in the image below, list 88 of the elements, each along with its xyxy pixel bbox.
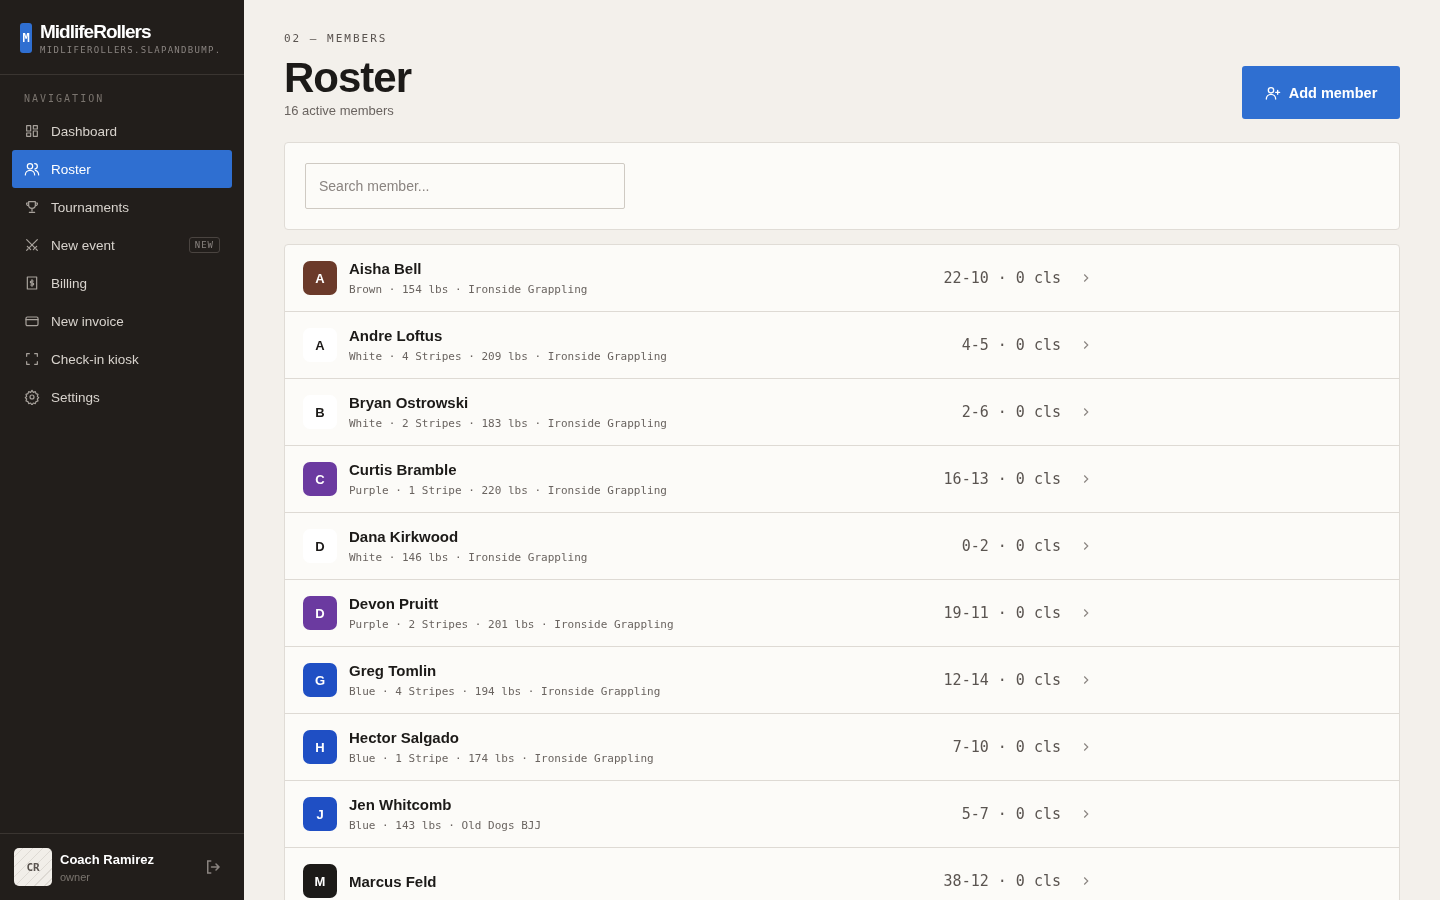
nav-label: New invoice: [51, 313, 125, 329]
scan-frame-icon: [24, 351, 40, 367]
brand-domain: MIDLIFEROLLERS.SLAPANDBUMP.: [40, 45, 222, 55]
member-name: Bryan Ostrowski: [349, 394, 470, 412]
add-member-button[interactable]: Add member: [1242, 66, 1400, 120]
nav-item[interactable]: Check-in kiosk: [12, 340, 232, 378]
member-row[interactable]: M Marcus Feld 38-12 · 0 cls: [285, 848, 1399, 900]
member-name: Marcus Feld: [349, 872, 438, 890]
member-row[interactable]: D Devon Pruitt Purple · 2 Stripes · 201 lbs · Ironside Grappling 19-11 · 0 cls: [285, 580, 1399, 648]
member-count: 16 active members: [284, 103, 395, 119]
nav-label: Check-in kiosk: [51, 351, 140, 367]
users-icon: [24, 161, 40, 177]
member-name: Dana Kirkwood: [349, 528, 460, 546]
member-details: White · 2 Stripes · 183 lbs · Ironside Grappling: [349, 417, 668, 431]
member-record: 19-11 · 0 cls: [942, 604, 1061, 623]
logo-icon: M: [20, 23, 32, 53]
nav-item[interactable]: Billing: [12, 264, 232, 302]
nav-label: Billing: [51, 275, 89, 291]
dollar-receipt-icon: [24, 275, 40, 291]
member-record: 12-14 · 0 cls: [942, 671, 1061, 690]
member-name: Andre Loftus: [349, 327, 444, 345]
member-details: Purple · 1 Stripe · 220 lbs · Ironside Grappling: [349, 484, 668, 498]
trophy-icon: [24, 199, 40, 215]
crossed-swords-icon: [24, 237, 40, 253]
logout-icon[interactable]: [204, 858, 222, 876]
member-avatar: A: [303, 261, 337, 296]
section-label: 02 — MEMBERS: [284, 32, 389, 45]
member-details: White · 4 Stripes · 209 lbs · Ironside Grappling: [349, 350, 668, 364]
member-avatar: M: [303, 864, 337, 899]
credit-card-icon: [24, 313, 40, 329]
member-avatar: D: [303, 529, 337, 564]
user-name: Coach Ramirez: [60, 851, 155, 867]
brand-name: MidlifeRollers: [40, 21, 152, 43]
new-badge: NEW: [188, 237, 220, 253]
member-avatar: G: [303, 663, 337, 698]
nav-label: Settings: [51, 389, 101, 405]
nav-heading: NAVIGATION: [23, 92, 106, 106]
user-role: owner: [60, 870, 91, 883]
member-name: Aisha Bell: [349, 260, 423, 278]
member-details: Brown · 154 lbs · Ironside Grappling: [349, 283, 589, 297]
member-record: 38-12 · 0 cls: [942, 872, 1061, 891]
member-name: Curtis Bramble: [349, 461, 458, 479]
nav-item[interactable]: Tournaments: [12, 188, 232, 226]
member-record: 2-6 · 0 cls: [960, 403, 1061, 422]
member-details: White · 146 lbs · Ironside Grappling: [349, 551, 589, 565]
member-record: 7-10 · 0 cls: [951, 738, 1061, 757]
member-name: Greg Tomlin: [349, 662, 438, 680]
member-details: Blue · 4 Stripes · 194 lbs · Ironside Grappling: [349, 685, 662, 699]
member-avatar: B: [303, 395, 337, 430]
member-name: Hector Salgado: [349, 729, 461, 747]
member-details: Blue · 143 lbs · Old Dogs BJJ: [349, 819, 543, 833]
add-user-icon: [1264, 84, 1281, 101]
member-name: Devon Pruitt: [349, 595, 440, 613]
member-record: 22-10 · 0 cls: [942, 269, 1061, 288]
nav-label: New event: [51, 237, 116, 253]
dashboard-icon: [24, 123, 40, 139]
member-row[interactable]: B Bryan Ostrowski White · 2 Stripes · 183 lbs · Ironside Grappling 2-6 · 0 cls: [285, 379, 1399, 447]
member-record: 0-2 · 0 cls: [960, 537, 1061, 556]
nav-item[interactable]: Dashboard: [12, 112, 232, 150]
search-field[interactable]: Search member...: [305, 163, 625, 210]
user-avatar: CR: [14, 848, 52, 886]
nav-label: Tournaments: [51, 199, 131, 215]
member-avatar: A: [303, 328, 337, 363]
nav-item[interactable]: New event NEW: [12, 226, 232, 264]
member-record: 16-13 · 0 cls: [942, 470, 1061, 489]
member-row[interactable]: C Curtis Bramble Purple · 1 Stripe · 220 lbs · Ironside Grappling 16-13 · 0 cls: [285, 446, 1399, 514]
member-avatar: D: [303, 596, 337, 631]
member-row[interactable]: A Andre Loftus White · 4 Stripes · 209 lbs · Ironside Grappling 4-5 · 0 cls: [285, 312, 1399, 380]
member-avatar: J: [303, 797, 337, 832]
nav-item[interactable]: Settings: [12, 378, 232, 416]
nav-label: Dashboard: [51, 123, 119, 139]
settings-icon: [24, 389, 40, 405]
nav-item[interactable]: Roster: [12, 150, 232, 188]
nav-item[interactable]: New invoice: [12, 302, 232, 340]
member-row[interactable]: G Greg Tomlin Blue · 4 Stripes · 194 lbs · Ironside Grappling 12-14 · 0 cls: [285, 647, 1399, 715]
member-row[interactable]: D Dana Kirkwood White · 146 lbs · Ironside Grappling 0-2 · 0 cls: [285, 513, 1399, 581]
member-record: 4-5 · 0 cls: [960, 336, 1061, 355]
member-record: 5-7 · 0 cls: [960, 805, 1061, 824]
member-row[interactable]: A Aisha Bell Brown · 154 lbs · Ironside Grappling 22-10 · 0 cls: [285, 245, 1399, 313]
member-details: Blue · 1 Stripe · 174 lbs · Ironside Grappling: [349, 752, 655, 766]
member-avatar: H: [303, 730, 337, 765]
member-row[interactable]: J Jen Whitcomb Blue · 143 lbs · Old Dogs BJJ 5-7 · 0 cls: [285, 781, 1399, 849]
member-row[interactable]: H Hector Salgado Blue · 1 Stripe · 174 lbs · Ironside Grappling 7-10 · 0 cls: [285, 714, 1399, 782]
member-avatar: C: [303, 462, 337, 497]
member-name: Jen Whitcomb: [349, 796, 453, 814]
member-details: Purple · 2 Stripes · 201 lbs · Ironside Grappling: [349, 618, 675, 632]
page-title: Roster: [284, 55, 412, 102]
nav-label: Roster: [51, 161, 92, 177]
